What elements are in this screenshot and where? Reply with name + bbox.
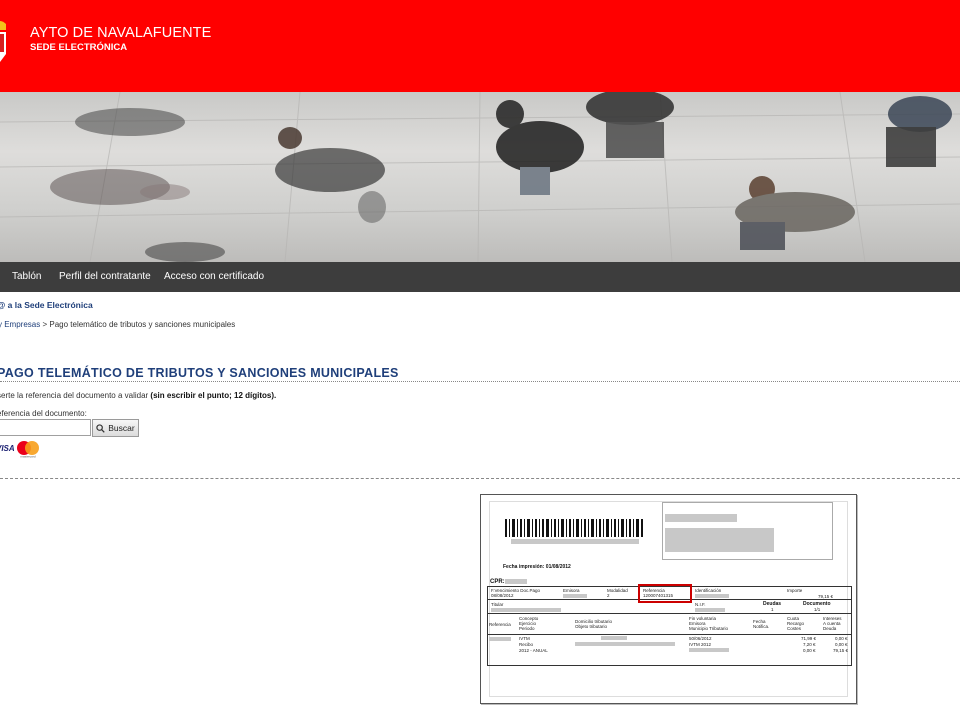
reference-field-label: eferencia del documento: (0, 409, 87, 418)
redacted-block (601, 636, 627, 640)
title-divider (0, 381, 960, 382)
doc-label-emisora: Emisora (563, 588, 580, 593)
doc-row-fin-voluntaria: 50/06/2012 (689, 636, 712, 641)
doc-row-recargo: 7,20 € (803, 642, 816, 647)
doc-value-deudas: 1 (771, 607, 774, 612)
doc-row-concepto: IVTM (519, 636, 530, 641)
doc-value-vencimiento: 08/08/2012 (491, 593, 514, 598)
breadcrumb-separator: > (40, 320, 50, 329)
redacted-block (665, 528, 774, 552)
instruction-bold: (sin escribir el punto; 12 dígitos). (150, 391, 277, 400)
organization-subtitle: SEDE ELECTRÓNICA (30, 42, 128, 53)
search-button[interactable]: Buscar (92, 419, 139, 437)
redacted-block (575, 642, 675, 646)
doc-row-costes: 0,00 € (803, 648, 816, 653)
doc-col-intereses: Intereses A cuenta Deuda (823, 616, 842, 631)
redacted-block (511, 539, 639, 544)
redacted-block (665, 514, 737, 522)
visa-logo: VISA (0, 442, 15, 456)
redacted-block (563, 594, 587, 598)
instruction-text: serte la referencia del documento a vali… (0, 391, 276, 400)
doc-row-periodo: 2012 - ANUAL (519, 648, 548, 653)
doc-row-ejercicio: Recibo (519, 642, 534, 647)
doc-label-nif: N.I.F. (695, 602, 706, 607)
example-payment-document: Fecha impresión: 01/08/2012 CPR: F.Venci… (480, 494, 857, 704)
search-button-label: Buscar (108, 423, 135, 433)
doc-col-domicilio: Domicilio tributario Objeto tributario (575, 619, 613, 629)
reference-input[interactable] (0, 419, 91, 436)
doc-label-titular: Titular (491, 602, 504, 607)
doc-row-deuda: 79,15 € (833, 648, 849, 653)
doc-col-fin-voluntaria: Fin voluntaria Emisora Municipio Tributa… (689, 616, 729, 631)
doc-col-fecha: Fecha Notifica. (753, 619, 770, 629)
redacted-block (491, 608, 561, 612)
mastercard-label: mastercard (20, 455, 35, 459)
coat-of-arms-icon[interactable] (0, 18, 8, 72)
doc-value-importe: 79,15 € (818, 594, 834, 599)
banner-image (0, 92, 960, 262)
instruction-main: serte la referencia del documento a vali… (0, 391, 151, 400)
breadcrumb: y Empresas > Pago telemático de tributos… (0, 320, 235, 329)
doc-row-a-cuenta: 0,00 € (835, 642, 848, 647)
doc-col-cuota: Cuota Recargo Costes (787, 616, 805, 631)
magnifier-icon (96, 423, 105, 433)
doc-row-intereses: 0,00 € (835, 636, 848, 641)
redacted-block (689, 648, 729, 652)
doc-col-concepto: Concepto Ejercicio Periodo (519, 616, 539, 631)
breadcrumb-current: Pago telemático de tributos y sanciones … (49, 320, 236, 329)
section-divider (0, 478, 960, 479)
nav-item-acceso-certificado[interactable]: Acceso con certificado (164, 271, 264, 282)
breadcrumb-link[interactable]: y Empresas (0, 320, 40, 329)
doc-row-cuota: 71,99 € (801, 636, 817, 641)
referencia-highlight (638, 584, 692, 603)
doc-label-modalidad: Modalidad (607, 588, 628, 593)
site-header: AYTO DE NAVALAFUENTE SEDE ELECTRÓNICA (0, 0, 960, 92)
doc-row-emisora: IVTM 2012 (689, 642, 712, 647)
redacted-block (505, 579, 527, 584)
doc-label-identificacion: Identificación (695, 588, 722, 593)
doc-value-documento: 1/1 (814, 607, 821, 612)
doc-cpr: CPR: (490, 579, 505, 585)
page-title: PAGO TELEMÁTICO DE TRIBUTOS Y SANCIONES … (0, 366, 399, 380)
redacted-block (489, 637, 511, 641)
organization-name[interactable]: AYTO DE NAVALAFUENTE (30, 25, 211, 41)
redacted-block (695, 594, 729, 598)
doc-print-date: Fecha impresión: 01/08/2012 (503, 564, 571, 570)
nav-item-perfil-contratante[interactable]: Perfil del contratante (59, 271, 151, 282)
nav-item-tablon[interactable]: Tablón (12, 271, 41, 282)
redacted-block (695, 608, 725, 612)
doc-label-importe: Importe (787, 588, 803, 593)
mastercard-logo: mastercard (17, 441, 39, 459)
barcode-image (505, 519, 643, 537)
main-navigation: Tablón Perfil del contratante Acceso con… (0, 262, 960, 292)
welcome-text: @ a la Sede Electrónica (0, 300, 93, 310)
doc-value-modalidad: 2 (607, 593, 610, 598)
doc-table-line (487, 634, 852, 635)
doc-col-referencia: Referencia (489, 622, 511, 627)
